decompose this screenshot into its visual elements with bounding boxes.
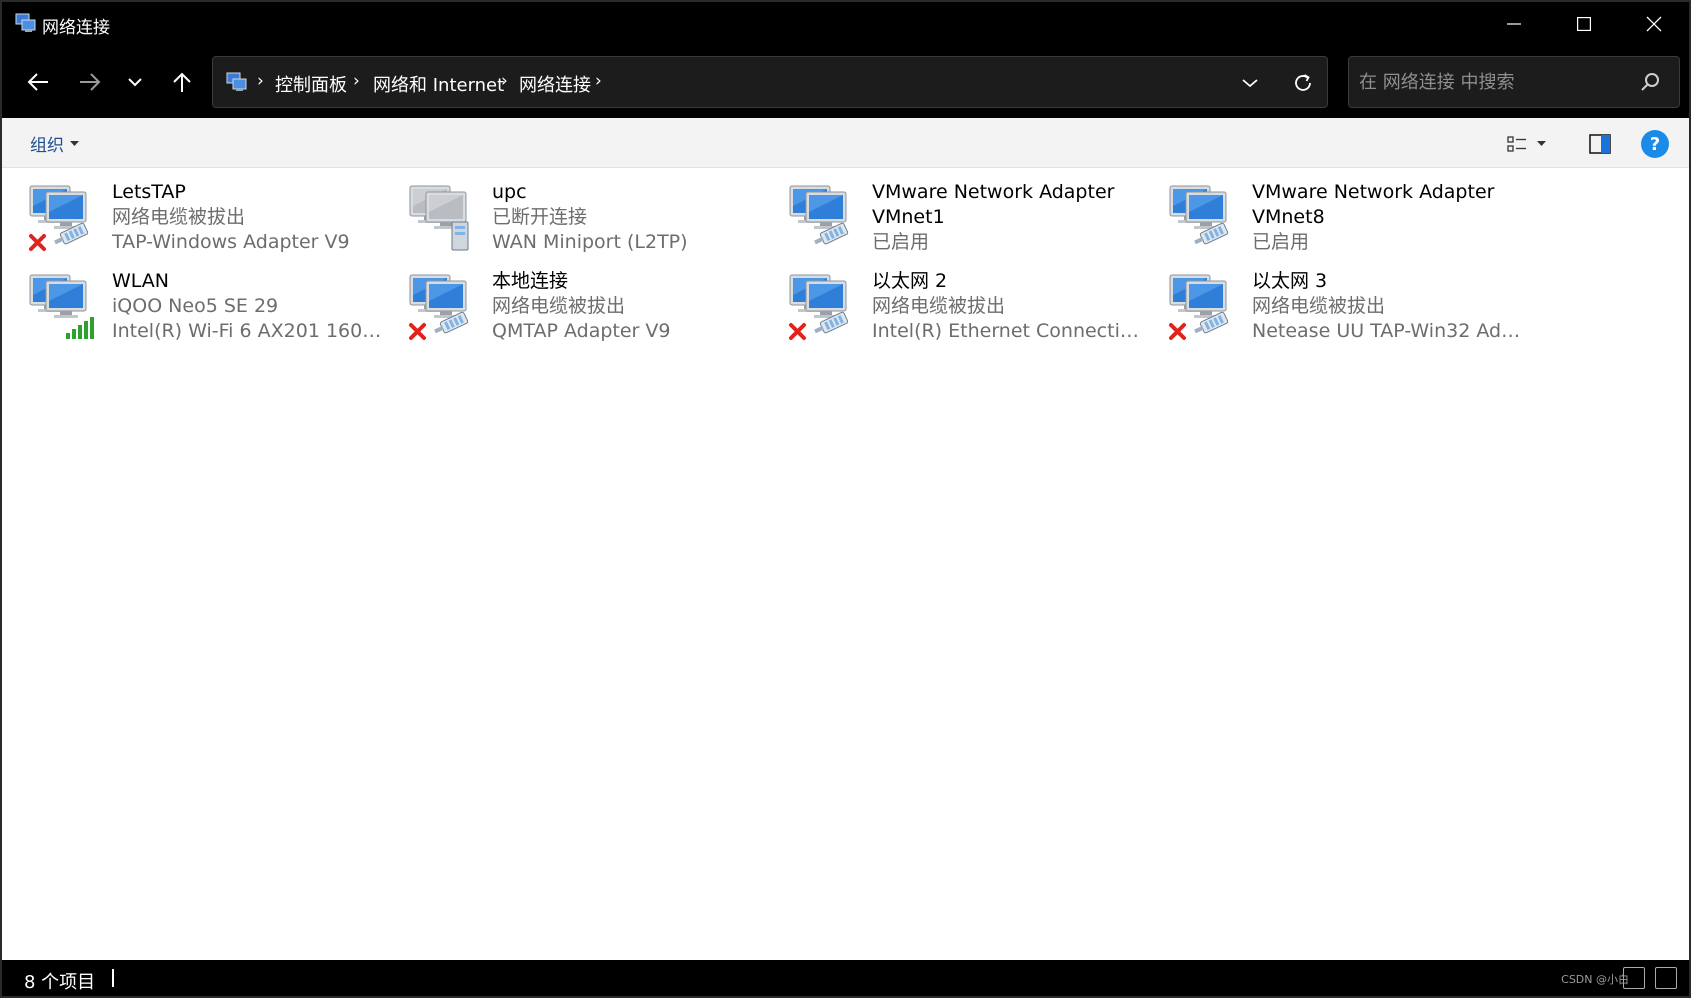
network-disconnected-icon <box>409 274 469 340</box>
connection-item[interactable]: 以太网 3 网络电缆被拔出 Netease UU TAP-Win32 Adapt… <box>1142 257 1522 342</box>
connection-name: 以太网 2 <box>872 270 948 292</box>
caret-down-icon <box>1537 141 1546 146</box>
breadcrumb-network-connections[interactable]: 网络连接 <box>519 71 591 97</box>
connection-text: upc 已断开连接 WAN Miniport (L2TP) <box>492 180 762 255</box>
network-disconnected-icon <box>789 274 849 340</box>
arrow-right-icon <box>80 73 101 91</box>
text-caret <box>112 969 114 987</box>
item-count: 8 个项目 <box>24 972 96 993</box>
breadcrumb-separator: › <box>595 71 602 91</box>
connection-name: WLAN <box>112 270 170 292</box>
connection-status: 网络电缆被拔出 <box>1252 295 1386 317</box>
connection-item[interactable]: LetsTAP 网络电缆被拔出 TAP-Windows Adapter V9 <box>2 168 382 253</box>
breadcrumb-separator: › <box>257 71 264 91</box>
network-folder-icon <box>15 13 36 32</box>
connection-name: LetsTAP <box>112 181 186 203</box>
details-view-button[interactable] <box>1623 967 1645 989</box>
connections-list: LetsTAP 网络电缆被拔出 TAP-Windows Adapter V9 u… <box>2 168 1689 964</box>
connection-device: Netease UU TAP-Win32 Adapt... <box>1252 320 1522 342</box>
search-icon <box>1641 73 1659 91</box>
network-disconnected-icon <box>29 185 89 251</box>
connection-device: WAN Miniport (L2TP) <box>492 231 688 253</box>
connection-status: 已启用 <box>872 231 930 253</box>
watermark: CSDN @小白 <box>1561 973 1629 986</box>
connection-item[interactable]: upc 已断开连接 WAN Miniport (L2TP) <box>382 168 762 253</box>
caret-down-icon <box>70 140 79 146</box>
connection-status: 已启用 <box>1252 231 1310 253</box>
title-bar: 网络连接 <box>2 2 1689 46</box>
connection-device: Intel(R) Ethernet Connection (1... <box>872 320 1142 342</box>
breadcrumb-separator: › <box>501 71 508 91</box>
refresh-icon <box>1295 74 1311 91</box>
address-history-button[interactable] <box>1235 69 1265 97</box>
view-list-icon <box>1507 136 1526 152</box>
recent-locations-button[interactable] <box>115 64 155 100</box>
command-bar: 组织 ? <box>2 118 1689 168</box>
connection-device: Intel(R) Wi-Fi 6 AX201 160MHz <box>112 320 382 342</box>
close-icon <box>1646 16 1662 32</box>
connection-name: VMware Network Adapter VMnet8 <box>1252 181 1495 228</box>
minimize-icon <box>1507 23 1521 25</box>
breadcrumb-separator: › <box>353 71 360 91</box>
connection-status: 网络电缆被拔出 <box>492 295 626 317</box>
network-folder-icon <box>226 72 247 91</box>
connection-item[interactable]: VMware Network Adapter VMnet8 已启用 <box>1142 168 1522 253</box>
breadcrumb-control-panel[interactable]: 控制面板 <box>275 71 347 97</box>
view-options-button[interactable] <box>1507 132 1563 156</box>
search-box[interactable] <box>1348 56 1680 108</box>
address-bar[interactable]: › 控制面板 › 网络和 Internet › 网络连接 › <box>212 56 1328 108</box>
status-bar: 8 个项目 CSDN @小白 <box>2 960 1689 996</box>
connection-text: LetsTAP 网络电缆被拔出 TAP-Windows Adapter V9 <box>112 180 382 255</box>
connection-item[interactable]: WLAN iQOO Neo5 SE 29 Intel(R) Wi-Fi 6 AX… <box>2 257 382 342</box>
maximize-button[interactable] <box>1549 2 1619 46</box>
explorer-window: 网络连接 › 控制面板 › 网络和 Internet › 网络连接 › 在 网络… <box>0 0 1691 998</box>
connection-text: 以太网 3 网络电缆被拔出 Netease UU TAP-Win32 Adapt… <box>1252 269 1522 344</box>
connection-text: VMware Network Adapter VMnet1 已启用 <box>872 180 1142 255</box>
connection-name: upc <box>492 181 527 203</box>
network-disconnected-icon <box>1169 274 1229 340</box>
connection-text: WLAN iQOO Neo5 SE 29 Intel(R) Wi-Fi 6 AX… <box>112 269 382 344</box>
preview-pane-icon[interactable] <box>1587 131 1613 157</box>
back-button[interactable] <box>18 64 58 100</box>
up-button[interactable] <box>162 64 202 100</box>
connection-text: VMware Network Adapter VMnet8 已启用 <box>1252 180 1522 255</box>
connection-device: QMTAP Adapter V9 <box>492 320 671 342</box>
large-icons-view-button[interactable] <box>1655 967 1677 989</box>
help-button[interactable]: ? <box>1641 130 1669 158</box>
chevron-down-icon <box>128 78 142 87</box>
wifi-connected-icon <box>29 274 94 339</box>
network-enabled-icon <box>789 185 849 245</box>
close-button[interactable] <box>1619 2 1689 46</box>
breadcrumb-network-internet[interactable]: 网络和 Internet <box>373 71 504 97</box>
connection-item[interactable]: VMware Network Adapter VMnet1 已启用 <box>762 168 1142 253</box>
connection-item[interactable]: 以太网 2 网络电缆被拔出 Intel(R) Ethernet Connecti… <box>762 257 1142 342</box>
connection-name: VMware Network Adapter VMnet1 <box>872 181 1115 228</box>
maximize-icon <box>1577 17 1591 31</box>
connection-status: 网络电缆被拔出 <box>112 206 246 228</box>
navigation-bar: › 控制面板 › 网络和 Internet › 网络连接 › <box>2 46 1689 118</box>
network-dialup-icon <box>409 185 469 251</box>
chevron-down-icon <box>1242 79 1258 88</box>
connection-status: iQOO Neo5 SE 29 <box>112 295 279 317</box>
connection-text: 以太网 2 网络电缆被拔出 Intel(R) Ethernet Connecti… <box>872 269 1142 344</box>
forward-button[interactable] <box>70 64 110 100</box>
minimize-button[interactable] <box>1479 2 1549 46</box>
organize-menu[interactable]: 组织 <box>30 131 79 156</box>
arrow-up-icon <box>173 72 191 92</box>
connection-name: 以太网 3 <box>1252 270 1328 292</box>
refresh-button[interactable] <box>1288 69 1318 97</box>
connection-item[interactable]: 本地连接 网络电缆被拔出 QMTAP Adapter V9 <box>382 257 762 342</box>
connection-status: 网络电缆被拔出 <box>872 295 1006 317</box>
network-enabled-icon <box>1169 185 1229 245</box>
arrow-left-icon <box>27 73 48 91</box>
connection-text: 本地连接 网络电缆被拔出 QMTAP Adapter V9 <box>492 269 762 344</box>
connection-status: 已断开连接 <box>492 206 588 228</box>
connection-name: 本地连接 <box>492 270 569 292</box>
organize-label: 组织 <box>30 136 64 156</box>
connection-device: TAP-Windows Adapter V9 <box>112 231 350 253</box>
window-title: 网络连接 <box>42 18 110 38</box>
search-input[interactable] <box>1359 67 1629 97</box>
